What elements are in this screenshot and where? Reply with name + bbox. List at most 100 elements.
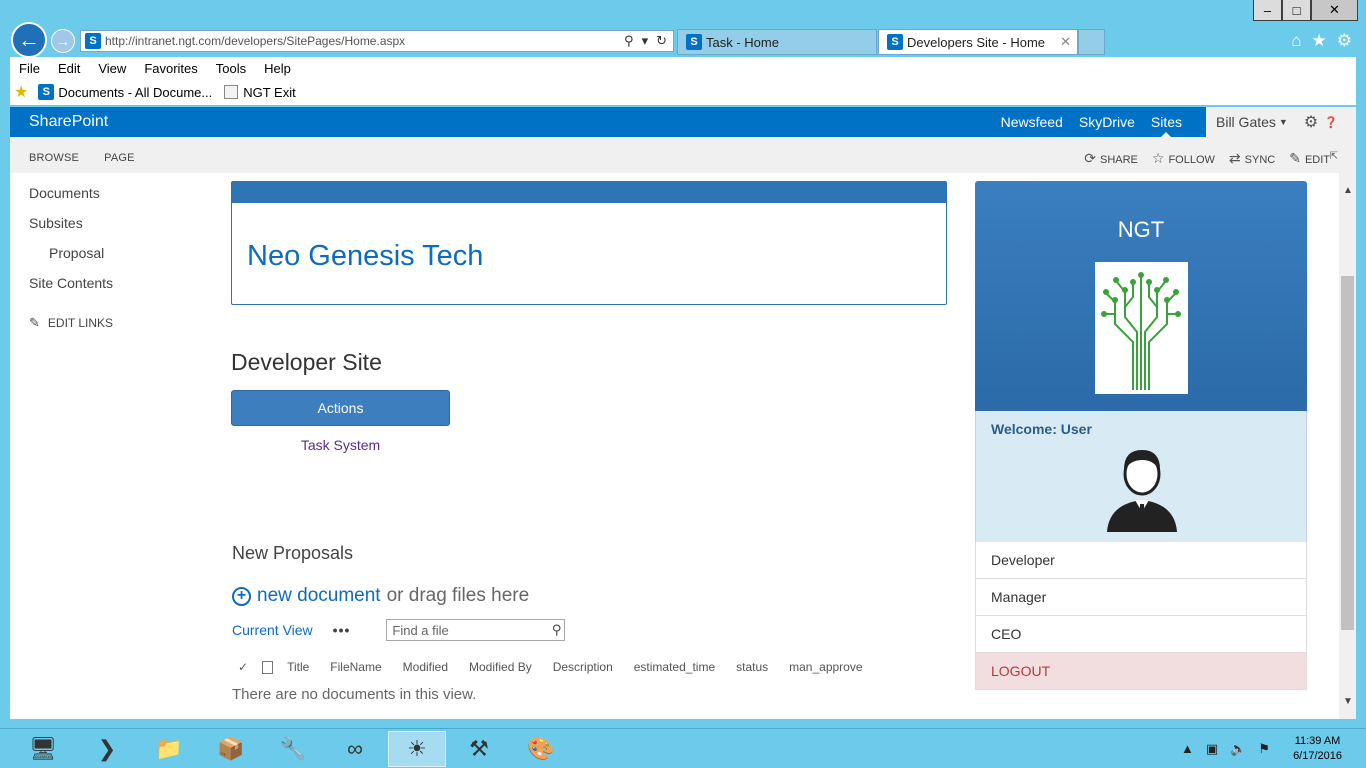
- tab-browse[interactable]: BROWSE: [29, 152, 79, 164]
- avatar: [1097, 442, 1187, 532]
- search-icon[interactable]: ⚲: [552, 622, 562, 638]
- taskbar: 🖥 ❯ 📁 📦 🔧 ∞ ☀ ⚒ 🎨 ▲ ▣ 🔈 ⚑ 11:39 AM 6/17/…: [0, 728, 1366, 768]
- edit-button[interactable]: ✎ EDIT: [1289, 150, 1330, 167]
- admin-tools-icon[interactable]: ⚒: [450, 731, 508, 767]
- minimize-button[interactable]: –: [1253, 0, 1282, 21]
- close-tab-icon[interactable]: ✕: [1060, 34, 1071, 50]
- new-document-link[interactable]: new document: [257, 585, 381, 607]
- role-ceo[interactable]: CEO: [975, 616, 1307, 653]
- follow-button[interactable]: ☆ FOLLOW: [1152, 150, 1215, 167]
- column-header-description[interactable]: Description: [553, 660, 613, 674]
- ql-item-documents[interactable]: Documents: [29, 185, 199, 215]
- pencil-icon: ✎: [1289, 150, 1301, 166]
- column-header-filename[interactable]: FileName: [330, 660, 381, 674]
- company-logo: [1095, 262, 1188, 394]
- ql-item-proposal[interactable]: Proposal: [29, 245, 199, 275]
- clock[interactable]: 11:39 AM 6/17/2016: [1293, 734, 1342, 764]
- share-button[interactable]: ⟳ SHARE: [1084, 150, 1138, 167]
- quick-launch: Documents Subsites Proposal Site Content…: [29, 185, 199, 331]
- suite-link-sites[interactable]: Sites: [1143, 114, 1190, 137]
- suite-link-newsfeed[interactable]: Newsfeed: [993, 114, 1071, 130]
- column-header-man-approve[interactable]: man_approve: [789, 660, 862, 674]
- ql-item-site-contents[interactable]: Site Contents: [29, 275, 199, 305]
- favorite-ngt-exit[interactable]: NGT Exit: [224, 85, 296, 100]
- help-icon[interactable]: ❓: [1324, 116, 1338, 129]
- forward-button[interactable]: →: [51, 29, 75, 53]
- network-icon[interactable]: ▣: [1206, 741, 1218, 757]
- address-bar[interactable]: S http://intranet.ngt.com/developers/Sit…: [80, 30, 674, 52]
- sharepoint-brand[interactable]: SharePoint: [29, 113, 108, 131]
- ql-item-subsites[interactable]: Subsites: [29, 215, 199, 245]
- settings-gear-icon[interactable]: ⚙: [1337, 31, 1352, 51]
- file-explorer-icon[interactable]: 📁: [140, 731, 198, 767]
- config-tool-icon[interactable]: 🔧: [264, 731, 322, 767]
- column-header-title[interactable]: Title: [287, 660, 309, 674]
- favorite-documents[interactable]: S Documents - All Docume...: [34, 84, 212, 100]
- find-file-input[interactable]: Find a file ⚲: [386, 619, 566, 641]
- suite-links: Newsfeed SkyDrive Sites: [993, 114, 1190, 137]
- plus-circle-icon[interactable]: +: [232, 586, 251, 606]
- dropdown-icon[interactable]: ▾: [642, 33, 649, 49]
- show-hidden-icons-icon[interactable]: ▲: [1181, 741, 1194, 757]
- browser-right-icons: ⌂ ★ ⚙: [1291, 31, 1352, 51]
- search-icon[interactable]: ⚲: [624, 33, 634, 49]
- column-header-modified[interactable]: Modified: [403, 660, 448, 674]
- favorites-star-icon[interactable]: ★: [1312, 31, 1327, 51]
- column-header-estimated-time[interactable]: estimated_time: [634, 660, 715, 674]
- action-center-icon[interactable]: ⚑: [1258, 741, 1270, 757]
- favorites-add-icon[interactable]: ★: [14, 82, 28, 102]
- new-document-row: + new document or drag files here: [232, 585, 529, 607]
- vertical-scrollbar[interactable]: ▲ ▼: [1339, 173, 1356, 719]
- gear-icon[interactable]: ⚙: [1304, 112, 1318, 132]
- pencil-icon: ✎: [29, 315, 40, 330]
- scroll-down-icon[interactable]: ▼: [1343, 696, 1353, 707]
- menu-edit[interactable]: Edit: [49, 61, 89, 76]
- sync-button[interactable]: ⇄ SYNC: [1229, 150, 1275, 167]
- suite-bar: SharePoint Newsfeed SkyDrive Sites Bill …: [10, 107, 1356, 137]
- refresh-icon[interactable]: ↻: [656, 33, 667, 49]
- new-tab-button[interactable]: [1078, 29, 1105, 55]
- menu-file[interactable]: File: [10, 61, 49, 76]
- close-window-button[interactable]: ✕: [1311, 0, 1358, 21]
- user-menu[interactable]: Bill Gates ▼ ⚙ ❓: [1206, 107, 1356, 137]
- window-controls: – □ ✕: [1253, 0, 1358, 21]
- paint-icon[interactable]: 🎨: [512, 731, 570, 767]
- scrollbar-thumb[interactable]: [1341, 276, 1354, 630]
- focus-content-icon[interactable]: ⇱: [1330, 151, 1338, 162]
- visual-studio-icon[interactable]: ∞: [326, 731, 384, 767]
- home-icon[interactable]: ⌂: [1291, 31, 1301, 51]
- column-header-modified-by[interactable]: Modified By: [469, 660, 532, 674]
- checkmark-icon[interactable]: ✓: [238, 660, 248, 674]
- sync-label: SYNC: [1244, 154, 1276, 166]
- suite-link-skydrive[interactable]: SkyDrive: [1071, 114, 1143, 130]
- current-view-link[interactable]: Current View: [232, 622, 313, 638]
- tab-task-home[interactable]: S Task - Home: [677, 29, 877, 55]
- scroll-up-icon[interactable]: ▲: [1343, 185, 1353, 196]
- role-developer[interactable]: Developer: [975, 542, 1307, 579]
- powershell-icon[interactable]: ❯: [78, 731, 136, 767]
- column-header-status[interactable]: status: [736, 660, 768, 674]
- maximize-button[interactable]: □: [1282, 0, 1311, 21]
- tab-developers-site[interactable]: S Developers Site - Home ✕: [878, 29, 1078, 55]
- sql-tool-icon[interactable]: 📦: [202, 731, 260, 767]
- menu-view[interactable]: View: [89, 61, 135, 76]
- back-button[interactable]: ←: [11, 22, 47, 58]
- menu-favorites[interactable]: Favorites: [135, 61, 206, 76]
- edit-links-button[interactable]: ✎ EDIT LINKS: [29, 315, 199, 331]
- tab-page[interactable]: PAGE: [104, 152, 135, 164]
- sharepoint-favicon-icon: S: [38, 84, 55, 100]
- logout-button[interactable]: LOGOUT: [975, 653, 1307, 690]
- user-name[interactable]: Bill Gates: [1216, 114, 1276, 130]
- address-text[interactable]: http://intranet.ngt.com/developers/SiteP…: [105, 34, 624, 48]
- task-system-link[interactable]: Task System: [231, 437, 450, 453]
- menu-tools[interactable]: Tools: [207, 61, 255, 76]
- system-tray: ▲ ▣ 🔈 ⚑: [1181, 741, 1270, 757]
- volume-icon[interactable]: 🔈: [1230, 741, 1246, 757]
- tab-label: Developers Site - Home: [907, 34, 1045, 50]
- actions-button[interactable]: Actions: [231, 390, 450, 426]
- role-manager[interactable]: Manager: [975, 579, 1307, 616]
- menu-help[interactable]: Help: [255, 61, 300, 76]
- more-options-button[interactable]: •••: [333, 622, 351, 638]
- internet-explorer-icon[interactable]: ☀: [388, 731, 446, 767]
- server-manager-icon[interactable]: 🖥: [14, 731, 72, 767]
